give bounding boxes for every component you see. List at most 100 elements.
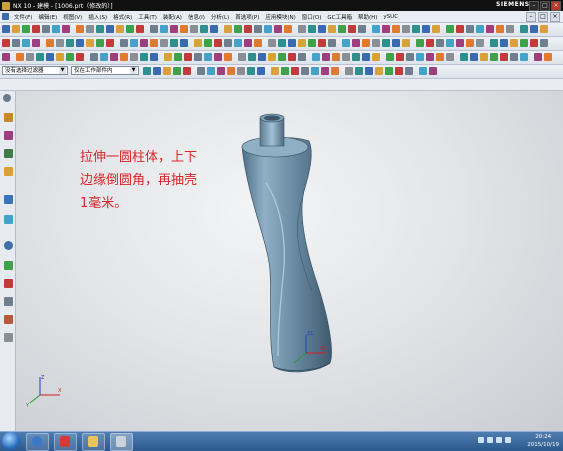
process-studio-icon[interactable] xyxy=(4,279,13,288)
toolbar-button-icon[interactable] xyxy=(86,39,94,47)
toolbar-button-icon[interactable] xyxy=(190,25,198,33)
toolbar-button-icon[interactable] xyxy=(281,67,289,75)
toolbar-button-icon[interactable] xyxy=(264,25,272,33)
toolbar-button-icon[interactable] xyxy=(248,53,256,61)
roles-icon[interactable] xyxy=(4,297,13,306)
hd3d-tools-icon[interactable] xyxy=(4,195,13,204)
close-button[interactable]: × xyxy=(551,1,561,11)
toolbar-button-icon[interactable] xyxy=(446,25,454,33)
toolbar-button-icon[interactable] xyxy=(90,53,98,61)
toolbar-button-icon[interactable] xyxy=(345,67,353,75)
toolbar-button-icon[interactable] xyxy=(278,39,286,47)
toolbar-button-icon[interactable] xyxy=(476,39,484,47)
toolbar-button-icon[interactable] xyxy=(247,67,255,75)
menu-assembly[interactable]: 装配(A) xyxy=(160,13,185,21)
toolbar-button-icon[interactable] xyxy=(244,39,252,47)
toolbar-button-icon[interactable] xyxy=(2,53,10,61)
toolbar-button-icon[interactable] xyxy=(184,53,192,61)
toolbar-button-icon[interactable] xyxy=(392,25,400,33)
gear-icon[interactable] xyxy=(3,94,11,102)
system-materials-icon[interactable] xyxy=(4,261,13,270)
menu-icon[interactable] xyxy=(2,13,9,20)
menu-view[interactable]: 视图(V) xyxy=(60,13,85,21)
toolbar-button-icon[interactable] xyxy=(446,53,454,61)
menu-insert[interactable]: 插入(S) xyxy=(85,13,110,21)
toolbar-button-icon[interactable] xyxy=(386,53,394,61)
toolbar-button-icon[interactable] xyxy=(254,39,262,47)
toolbar-button-icon[interactable] xyxy=(130,53,138,61)
toolbar-button-icon[interactable] xyxy=(170,39,178,47)
toolbar-button-icon[interactable] xyxy=(466,39,474,47)
toolbar-button-icon[interactable] xyxy=(52,25,60,33)
toolbar-button-icon[interactable] xyxy=(268,39,276,47)
toolbar-button-icon[interactable] xyxy=(110,53,118,61)
toolbar-button-icon[interactable] xyxy=(520,25,528,33)
tray-network-icon[interactable] xyxy=(478,437,484,443)
toolbar-button-icon[interactable] xyxy=(150,39,158,47)
taskbar-app-explorer[interactable] xyxy=(82,433,105,451)
toolbar-button-icon[interactable] xyxy=(237,67,245,75)
menu-tools[interactable]: 工具(T) xyxy=(135,13,160,21)
toolbar-button-icon[interactable] xyxy=(86,25,94,33)
toolbar-button-icon[interactable] xyxy=(322,53,330,61)
toolbar-button-icon[interactable] xyxy=(170,25,178,33)
toolbar-button-icon[interactable] xyxy=(422,25,430,33)
toolbar-button-icon[interactable] xyxy=(32,25,40,33)
toolbar-button-icon[interactable] xyxy=(150,25,158,33)
toolbar-button-icon[interactable] xyxy=(318,25,326,33)
toolbar-button-icon[interactable] xyxy=(284,25,292,33)
toolbar-button-icon[interactable] xyxy=(56,39,64,47)
toolbar-button-icon[interactable] xyxy=(257,67,265,75)
toolbar-button-icon[interactable] xyxy=(62,25,70,33)
toolbar-button-icon[interactable] xyxy=(76,25,84,33)
toolbar-button-icon[interactable] xyxy=(227,67,235,75)
menu-file[interactable]: 文件(F) xyxy=(11,13,35,21)
toolbar-button-icon[interactable] xyxy=(392,39,400,47)
toolbar-button-icon[interactable] xyxy=(530,39,538,47)
toolbar-button-icon[interactable] xyxy=(311,67,319,75)
toolbar-button-icon[interactable] xyxy=(362,53,370,61)
toolbar-button-icon[interactable] xyxy=(26,53,34,61)
menu-format[interactable]: 格式(R) xyxy=(110,13,135,21)
toolbar-button-icon[interactable] xyxy=(224,53,232,61)
toolbar-button-icon[interactable] xyxy=(308,25,316,33)
toolbar-button-icon[interactable] xyxy=(140,39,148,47)
reuse-library-icon[interactable] xyxy=(4,167,13,176)
toolbar-button-icon[interactable] xyxy=(22,39,30,47)
toolbar-button-icon[interactable] xyxy=(96,39,104,47)
toolbar-button-icon[interactable] xyxy=(22,25,30,33)
toolbar-button-icon[interactable] xyxy=(32,39,40,47)
tray-input-icon[interactable] xyxy=(505,437,511,443)
toolbar-button-icon[interactable] xyxy=(164,53,172,61)
toolbar-button-icon[interactable] xyxy=(412,25,420,33)
toolbar-button-icon[interactable] xyxy=(540,25,548,33)
toolbar-button-icon[interactable] xyxy=(56,53,64,61)
toolbar-button-icon[interactable] xyxy=(210,25,218,33)
minimize-button[interactable]: – xyxy=(529,1,539,11)
toolbar-button-icon[interactable] xyxy=(12,39,20,47)
taskbar-app-nx[interactable] xyxy=(110,433,133,451)
assembly-navigator-icon[interactable] xyxy=(4,113,13,122)
toolbar-button-icon[interactable] xyxy=(402,39,410,47)
toolbar-button-icon[interactable] xyxy=(436,39,444,47)
menu-gc-toolkit[interactable]: GC工具箱 xyxy=(324,13,355,21)
toolbar-button-icon[interactable] xyxy=(486,25,494,33)
tray-flag-icon[interactable] xyxy=(496,437,502,443)
toolbar-button-icon[interactable] xyxy=(510,39,518,47)
toolbar-button-icon[interactable] xyxy=(100,53,108,61)
toolbar-button-icon[interactable] xyxy=(342,53,350,61)
toolbar-button-icon[interactable] xyxy=(298,53,306,61)
toolbar-button-icon[interactable] xyxy=(426,53,434,61)
toolbar-button-icon[interactable] xyxy=(298,25,306,33)
toolbar-button-icon[interactable] xyxy=(419,67,427,75)
toolbar-button-icon[interactable] xyxy=(301,67,309,75)
toolbar-button-icon[interactable] xyxy=(126,25,134,33)
toolbar-button-icon[interactable] xyxy=(150,53,158,61)
toolbar-button-icon[interactable] xyxy=(180,39,188,47)
toolbar-button-icon[interactable] xyxy=(153,67,161,75)
start-button[interactable] xyxy=(2,432,20,450)
toolbar-button-icon[interactable] xyxy=(362,39,370,47)
toolbar-button-icon[interactable] xyxy=(12,25,20,33)
menu-edit[interactable]: 编辑(E) xyxy=(35,13,60,21)
toolbar-button-icon[interactable] xyxy=(140,53,148,61)
